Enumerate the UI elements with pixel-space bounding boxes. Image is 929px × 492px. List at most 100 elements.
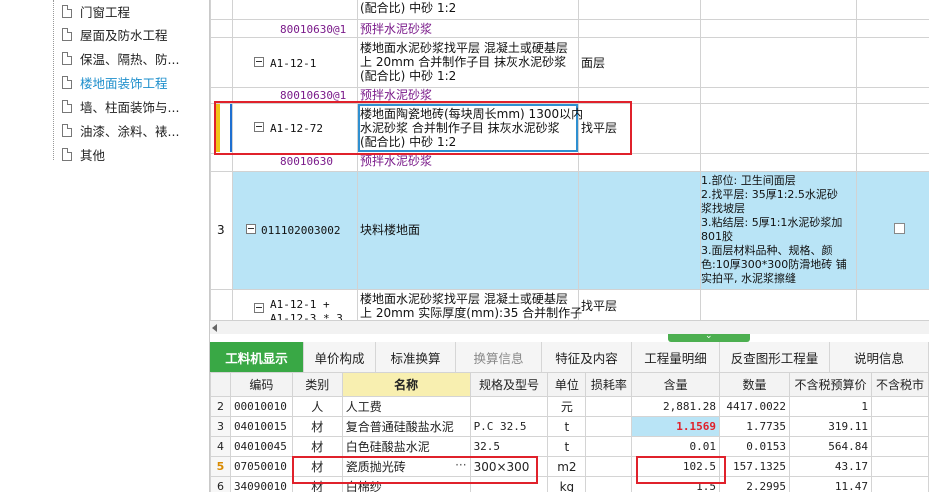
cell-loss[interactable] bbox=[585, 396, 633, 417]
header-quantity[interactable]: 数量 bbox=[719, 372, 790, 397]
cell-content[interactable]: 0.01 bbox=[631, 436, 721, 457]
tab-features[interactable]: 特征及内容 bbox=[542, 342, 632, 372]
header-market-price[interactable]: 不含税市 bbox=[870, 372, 929, 397]
tab-description[interactable]: 说明信息 bbox=[830, 342, 929, 372]
cell-spec[interactable] bbox=[469, 396, 549, 417]
cell-code[interactable]: 07050010 bbox=[229, 456, 293, 477]
cell-code[interactable]: 04010015 bbox=[229, 416, 293, 437]
cell-category[interactable]: 材 bbox=[291, 436, 343, 457]
cell-unit[interactable]: t bbox=[547, 436, 587, 457]
cell-unit[interactable]: 元 bbox=[547, 396, 587, 417]
quota-code[interactable]: A1-12-1 + bbox=[270, 298, 330, 311]
cell-market[interactable] bbox=[870, 456, 929, 477]
cell-market[interactable] bbox=[870, 416, 929, 437]
cell-market[interactable] bbox=[870, 436, 929, 457]
header-spec[interactable]: 规格及型号 bbox=[469, 372, 549, 397]
cell-name[interactable]: 白色硅酸盐水泥 bbox=[341, 436, 471, 457]
cell-quantity[interactable]: 0.0153 bbox=[719, 436, 790, 457]
cell-name[interactable]: 复合普通硅酸盐水泥 bbox=[341, 416, 471, 437]
tab-material-machine[interactable]: 工料机显示 bbox=[210, 342, 304, 372]
header-code[interactable]: 编码 bbox=[229, 372, 293, 397]
panel-splitter-handle[interactable]: ⌄ bbox=[668, 331, 750, 342]
tree-item-floor-decoration[interactable]: 楼地面装饰工程 bbox=[62, 72, 168, 92]
item-desc-line[interactable]: 3.粘结层: 5厚1:1水泥砂浆加 bbox=[701, 216, 842, 229]
cell-quantity[interactable]: 157.1325 bbox=[719, 456, 790, 477]
tree-item-other[interactable]: 其他 bbox=[62, 144, 105, 164]
header-category[interactable]: 类别 bbox=[291, 372, 343, 397]
item-desc-line[interactable]: 浆找坡层 bbox=[701, 202, 745, 215]
item-desc-line[interactable]: 1.部位: 卫生间面层 bbox=[701, 174, 796, 187]
cell-content[interactable]: 2,881.28 bbox=[631, 396, 721, 417]
cell-content[interactable]: 1.1569 bbox=[631, 416, 721, 437]
tab-conversion-info[interactable]: 换算信息 bbox=[456, 342, 542, 372]
table-row[interactable]: 2 00010010 人 人工费 元 2,881.28 4417.0022 1 bbox=[210, 396, 929, 417]
cell-price[interactable]: 1 bbox=[788, 396, 872, 417]
cell-loss[interactable] bbox=[585, 476, 633, 492]
cell-unit[interactable]: t bbox=[547, 416, 587, 437]
cell-spec[interactable]: 32.5 bbox=[469, 436, 549, 457]
quota-feature[interactable]: 面层 bbox=[581, 57, 605, 70]
collapse-icon[interactable] bbox=[246, 224, 256, 234]
header-name[interactable]: 名称 bbox=[341, 372, 471, 397]
quota-feature[interactable]: 找平层 bbox=[581, 300, 617, 313]
cell-name[interactable]: 人工费 bbox=[341, 396, 471, 417]
item-desc-line[interactable]: 3.面层材料品种、规格、颜 bbox=[701, 244, 833, 257]
tree-item-insulation[interactable]: 保温、隔热、防... bbox=[62, 48, 179, 68]
quota-name-line[interactable]: 上 20mm 合并制作子目 抹灰水泥砂浆 bbox=[360, 56, 566, 69]
cell-quantity[interactable]: 4417.0022 bbox=[719, 396, 790, 417]
tree-item-roof-waterproof[interactable]: 屋面及防水工程 bbox=[62, 24, 168, 44]
item-code[interactable]: 011102003002 bbox=[261, 224, 340, 237]
cell-price[interactable]: 319.11 bbox=[788, 416, 872, 437]
item-desc-line[interactable]: 实拍平, 水泥浆擦缝 bbox=[701, 272, 796, 285]
cell-code[interactable]: 00010010 bbox=[229, 396, 293, 417]
header-budget-price[interactable]: 不含税预算价 bbox=[788, 372, 872, 397]
item-desc-line[interactable]: 801胶 bbox=[701, 230, 733, 243]
cell-price[interactable]: 43.17 bbox=[788, 456, 872, 477]
quota-name-line[interactable]: 上 20mm 实际厚度(mm):35 合并制作子 bbox=[360, 307, 582, 320]
tree-item-doors-windows[interactable]: 门窗工程 bbox=[62, 1, 130, 21]
tree-item-paint-coating[interactable]: 油漆、涂料、裱... bbox=[62, 120, 179, 140]
cell-market[interactable] bbox=[870, 476, 929, 492]
cell-quantity[interactable]: 1.7735 bbox=[719, 416, 790, 437]
quota-code[interactable]: A1-12-1 bbox=[270, 57, 316, 70]
quota-name-line[interactable]: (配合比) 中砂 1:2 bbox=[360, 70, 456, 83]
tab-reverse-lookup[interactable]: 反查图形工程量 bbox=[720, 342, 830, 372]
cell-unit[interactable]: kg bbox=[547, 476, 587, 492]
cell-unit[interactable]: m2 bbox=[547, 456, 587, 477]
tab-unit-price[interactable]: 单价构成 bbox=[304, 342, 376, 372]
item-name[interactable]: 块料楼地面 bbox=[360, 224, 420, 237]
quota-name-line[interactable]: 楼地面水泥砂浆找平层 混凝土或硬基层 bbox=[360, 293, 568, 306]
tab-quantity-details[interactable]: 工程量明细 bbox=[632, 342, 720, 372]
item-desc-line[interactable]: 2.找平层: 35厚1:2.5水泥砂 bbox=[701, 188, 838, 201]
table-row[interactable]: 4 04010045 材 白色硅酸盐水泥 32.5 t 0.01 0.0153 … bbox=[210, 436, 929, 457]
sub-name[interactable]: 预拌水泥砂浆 bbox=[360, 23, 432, 36]
header-unit[interactable]: 单位 bbox=[547, 372, 587, 397]
collapse-icon[interactable] bbox=[254, 57, 264, 67]
cell-category[interactable]: 人 bbox=[291, 396, 343, 417]
quota-name-line[interactable]: 楼地面水泥砂浆找平层 混凝土或硬基层 bbox=[360, 42, 568, 55]
scroll-left-icon[interactable] bbox=[212, 324, 217, 332]
table-row[interactable]: 3 04010015 材 复合普通硅酸盐水泥 P.C 32.5 t 1.1569… bbox=[210, 416, 929, 437]
cell-spec[interactable]: P.C 32.5 bbox=[469, 416, 549, 437]
cell-loss[interactable] bbox=[585, 436, 633, 457]
collapse-icon[interactable] bbox=[254, 303, 264, 313]
horizontal-scrollbar[interactable] bbox=[210, 320, 929, 334]
header-content[interactable]: 含量 bbox=[631, 372, 721, 397]
sub-name[interactable]: 预拌水泥砂浆 bbox=[360, 155, 432, 168]
cell-code[interactable]: 04010045 bbox=[229, 436, 293, 457]
cell-category[interactable]: 材 bbox=[291, 416, 343, 437]
cell-loss[interactable] bbox=[585, 456, 633, 477]
sub-code[interactable]: 80010630 bbox=[280, 155, 333, 168]
cell-price[interactable]: 11.47 bbox=[788, 476, 872, 492]
cell-quantity[interactable]: 2.2995 bbox=[719, 476, 790, 492]
cell-code[interactable]: 34090010 bbox=[229, 476, 293, 492]
cell-price[interactable]: 564.84 bbox=[788, 436, 872, 457]
cell-market[interactable] bbox=[870, 396, 929, 417]
header-loss-rate[interactable]: 损耗率 bbox=[585, 372, 633, 397]
sub-code[interactable]: 80010630@1 bbox=[280, 23, 346, 36]
item-checkbox[interactable] bbox=[894, 223, 905, 234]
cell-loss[interactable] bbox=[585, 416, 633, 437]
tree-item-wall-column[interactable]: 墙、柱面装饰与... bbox=[62, 96, 179, 116]
tab-standard-conversion[interactable]: 标准换算 bbox=[376, 342, 456, 372]
item-desc-line[interactable]: 色:10厚300*300防滑地砖 铺 bbox=[701, 258, 847, 271]
